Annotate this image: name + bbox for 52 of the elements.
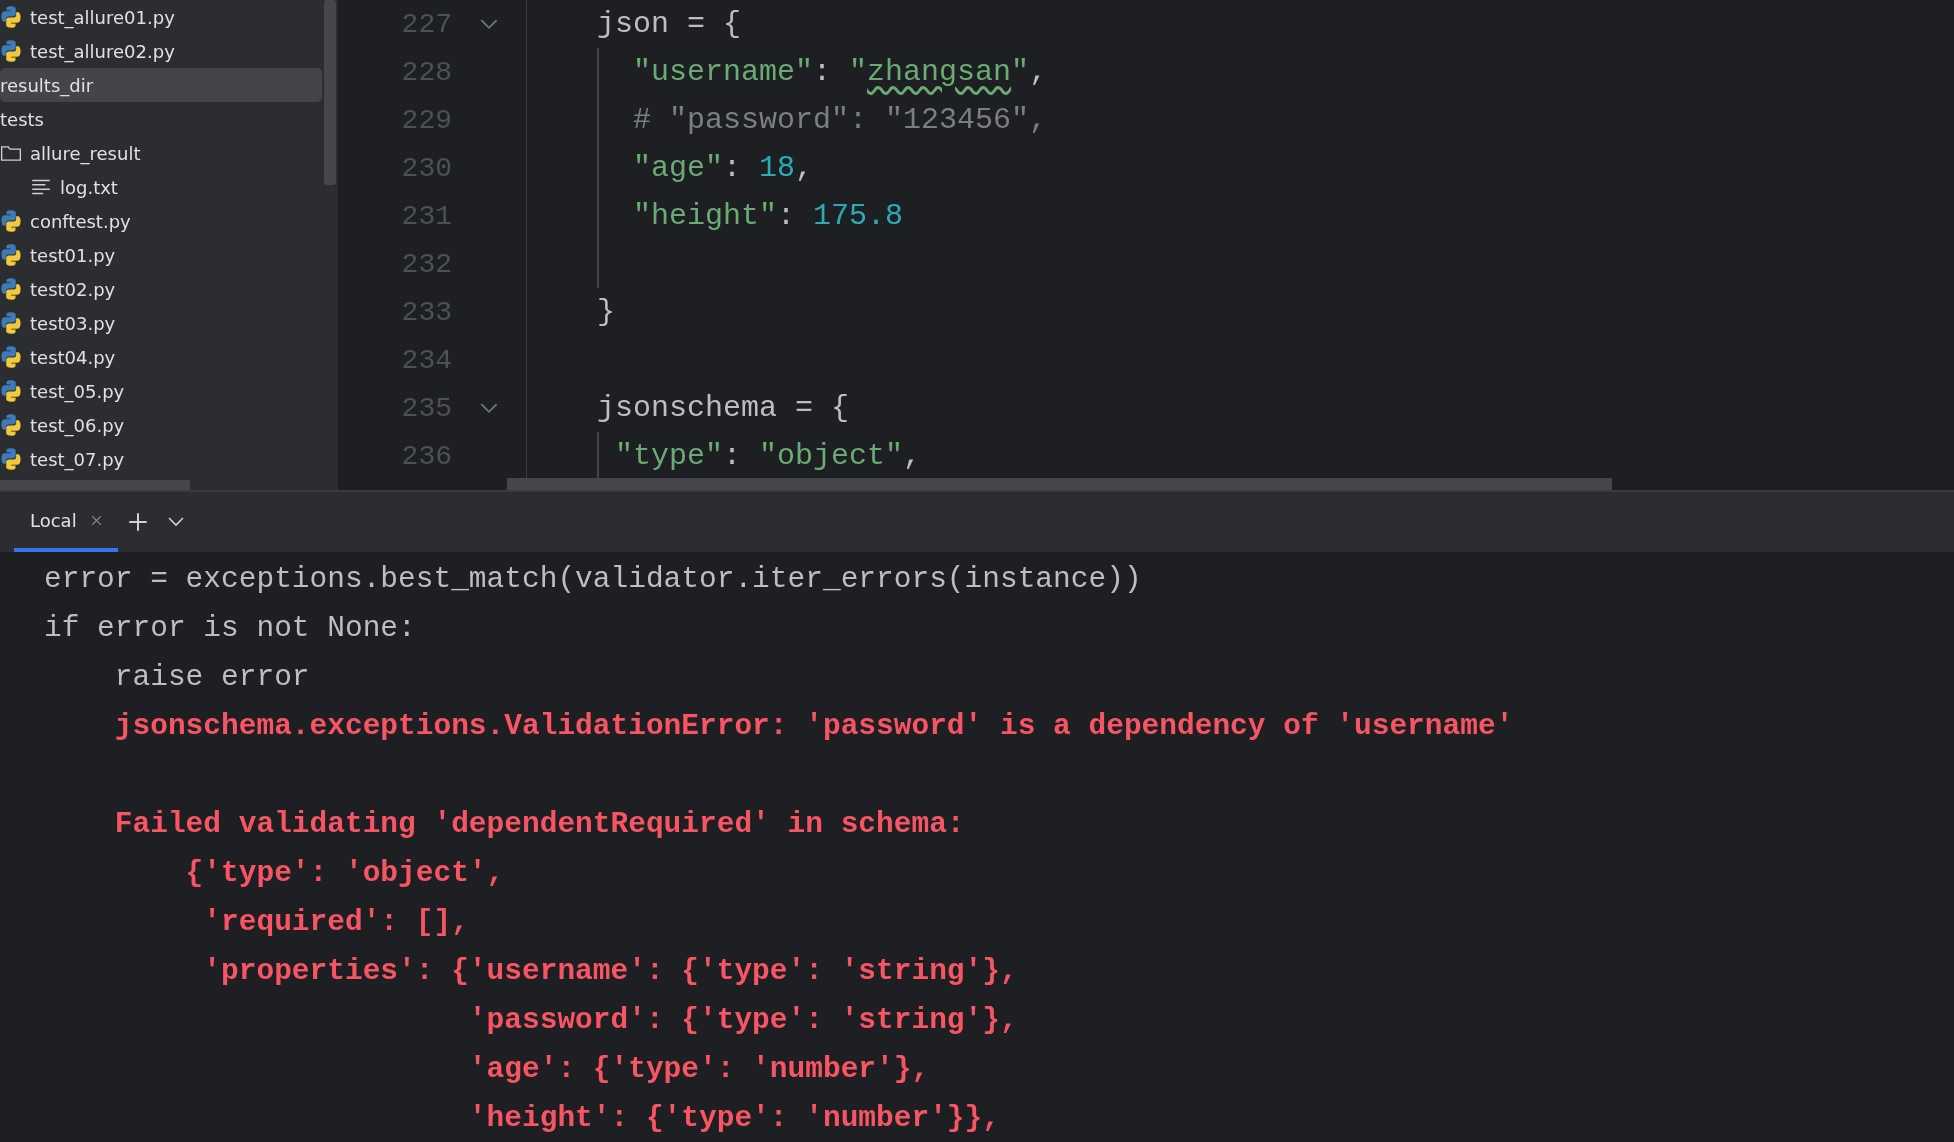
python-file-icon xyxy=(0,380,22,402)
tree-item[interactable]: results_dir xyxy=(0,68,322,102)
code-line: jsonschema = { xyxy=(597,391,850,425)
python-file-icon xyxy=(0,346,22,368)
tree-item[interactable]: conftest.py xyxy=(0,204,322,238)
error-line: 'height': {'type': 'number'}}, xyxy=(467,1100,1000,1135)
python-file-icon xyxy=(0,414,22,436)
error-line: {'type': 'object', xyxy=(184,855,505,890)
tree-item[interactable]: test_07.py xyxy=(0,442,322,476)
close-icon[interactable] xyxy=(90,514,102,526)
tree-item[interactable]: test04.py xyxy=(0,340,322,374)
fold-chevron-icon[interactable] xyxy=(480,18,498,30)
terminal-line: error = exceptions.best_match(validator.iter_errors(instance)) xyxy=(44,561,1142,596)
terminal-line: if error is not None: xyxy=(44,610,416,645)
error-line: jsonschema.exceptions.ValidationError: 'password' is a dependency of 'username' xyxy=(113,708,1514,743)
tree-item[interactable]: test01.py xyxy=(0,238,322,272)
code-line: "username": "zhangsan", xyxy=(632,55,1048,89)
tree-item[interactable]: log.txt xyxy=(0,170,322,204)
error-line: Failed validating 'dependentRequired' in schema: xyxy=(113,806,965,841)
error-line: 'required': [], xyxy=(202,904,469,939)
python-file-icon xyxy=(0,312,22,334)
code-line: # "password": "123456", xyxy=(632,103,1048,137)
scrollbar[interactable] xyxy=(324,0,336,185)
code-line: } xyxy=(597,295,615,329)
chevron-down-icon[interactable] xyxy=(167,517,184,527)
python-file-icon xyxy=(0,40,22,62)
tree-item[interactable]: test_05.py xyxy=(0,374,322,408)
python-file-icon xyxy=(0,6,22,28)
tree-item[interactable]: tests xyxy=(0,102,322,136)
fold-chevron-icon[interactable] xyxy=(480,402,498,414)
tree-item[interactable]: test_allure02.py xyxy=(0,34,322,68)
terminal-line: raise error xyxy=(113,659,310,694)
tree-item[interactable]: test03.py xyxy=(0,306,322,340)
code-line: json = { xyxy=(597,7,742,41)
tree-item[interactable]: test_allure01.py xyxy=(0,0,322,34)
scrollbar[interactable] xyxy=(507,478,1612,490)
tree-item[interactable]: allure_result xyxy=(0,136,322,170)
scrollbar[interactable] xyxy=(0,480,190,490)
tree-item[interactable]: test_06.py xyxy=(0,408,322,442)
python-file-icon xyxy=(0,210,22,232)
error-line: 'age': {'type': 'number'}, xyxy=(467,1051,930,1086)
error-line: 'properties': {'username': {'type': 'string'}, xyxy=(202,953,1018,988)
code-line: "age": 18, xyxy=(632,151,814,185)
tree-item[interactable]: test02.py xyxy=(0,272,322,306)
python-file-icon xyxy=(0,244,22,266)
plus-icon[interactable] xyxy=(127,512,148,532)
terminal-tab[interactable]: Local xyxy=(14,492,118,552)
code-line: "height": 175.8 xyxy=(632,199,904,233)
python-file-icon xyxy=(0,278,22,300)
code-line: "type": "object", xyxy=(614,439,922,473)
error-line: 'password': {'type': 'string'}, xyxy=(467,1002,1018,1037)
python-file-icon xyxy=(0,448,22,470)
